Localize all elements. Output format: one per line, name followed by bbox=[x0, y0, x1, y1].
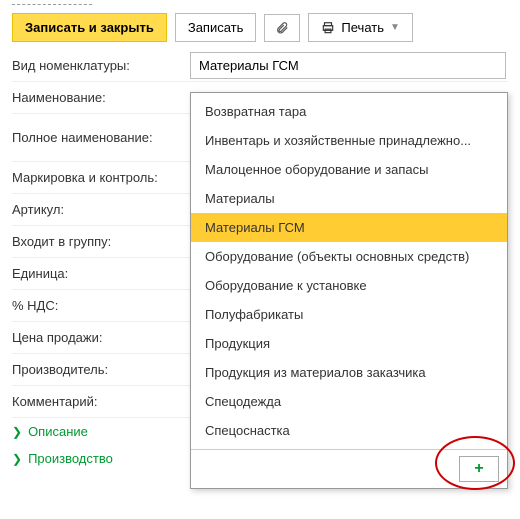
expander-description-label: Описание bbox=[28, 424, 88, 439]
dropdown-item[interactable]: Оборудование (объекты основных средств) bbox=[191, 242, 507, 271]
label-sale-price: Цена продажи: bbox=[12, 330, 190, 345]
attach-button[interactable] bbox=[264, 14, 300, 42]
dropdown-item[interactable]: Возвратная тара bbox=[191, 97, 507, 126]
chevron-right-icon: ❯ bbox=[12, 452, 22, 466]
label-comment: Комментарий: bbox=[12, 394, 190, 409]
dropdown-item[interactable]: Материалы bbox=[191, 184, 507, 213]
nomenclature-type-input[interactable] bbox=[190, 52, 506, 79]
dropdown-item[interactable]: Продукция из материалов заказчика bbox=[191, 358, 507, 387]
print-label: Печать bbox=[341, 20, 384, 35]
print-button[interactable]: Печать ▼ bbox=[308, 13, 413, 42]
save-and-close-button[interactable]: Записать и закрыть bbox=[12, 13, 167, 42]
label-vat: % НДС: bbox=[12, 298, 190, 313]
dropdown-item[interactable]: Продукция bbox=[191, 329, 507, 358]
chevron-down-icon: ▼ bbox=[390, 22, 400, 33]
label-name: Наименование: bbox=[12, 90, 190, 105]
label-article: Артикул: bbox=[12, 202, 190, 217]
dropdown-item[interactable]: Материалы ГСМ bbox=[191, 213, 507, 242]
label-unit: Единица: bbox=[12, 266, 190, 281]
printer-icon bbox=[321, 21, 335, 35]
add-item-button[interactable]: + bbox=[459, 456, 499, 482]
label-manufacturer: Производитель: bbox=[12, 362, 190, 377]
label-nomenclature-type: Вид номенклатуры: bbox=[12, 58, 190, 73]
plus-icon: + bbox=[474, 460, 483, 478]
dropdown-footer: + bbox=[191, 449, 507, 488]
chevron-right-icon: ❯ bbox=[12, 425, 22, 439]
expander-production-label: Производство bbox=[28, 451, 113, 466]
label-full-name: Полное наименование: bbox=[12, 130, 190, 145]
toolbar: Записать и закрыть Записать Печать ▼ bbox=[0, 5, 520, 50]
dropdown-item[interactable]: Полуфабрикаты bbox=[191, 300, 507, 329]
dropdown-item[interactable]: Инвентарь и хозяйственные принадлежно... bbox=[191, 126, 507, 155]
paperclip-icon bbox=[275, 21, 289, 35]
save-button[interactable]: Записать bbox=[175, 13, 257, 42]
nomenclature-type-dropdown: Возвратная тараИнвентарь и хозяйственные… bbox=[190, 92, 508, 489]
dropdown-item[interactable]: Спецодежда bbox=[191, 387, 507, 416]
label-group: Входит в группу: bbox=[12, 234, 190, 249]
dropdown-list[interactable]: Возвратная тараИнвентарь и хозяйственные… bbox=[191, 93, 507, 449]
dropdown-item[interactable]: Спецоснастка bbox=[191, 416, 507, 445]
nomenclature-type-combo[interactable] bbox=[190, 52, 506, 79]
dropdown-item[interactable]: Оборудование к установке bbox=[191, 271, 507, 300]
dropdown-item[interactable]: Малоценное оборудование и запасы bbox=[191, 155, 507, 184]
label-marking: Маркировка и контроль: bbox=[12, 170, 190, 185]
